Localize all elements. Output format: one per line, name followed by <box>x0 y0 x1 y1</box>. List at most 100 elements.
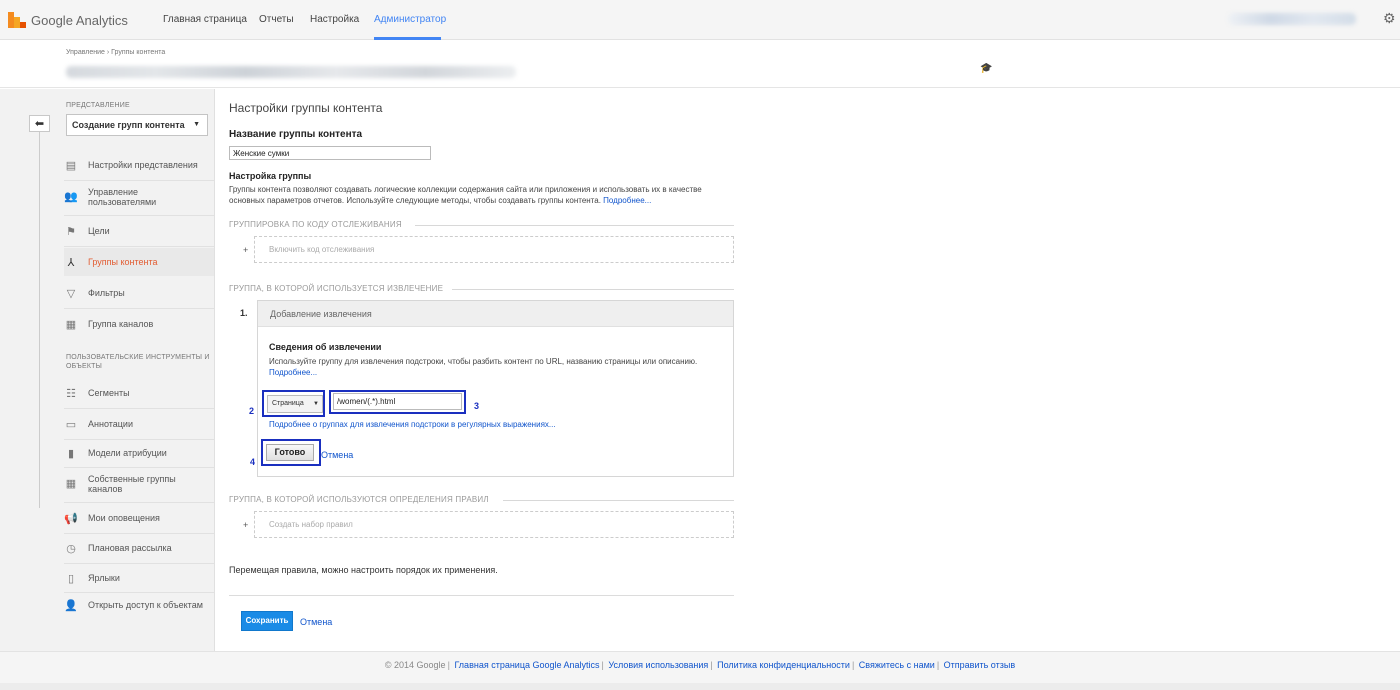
sidebar-item-label: Плановая рассылка <box>88 543 172 553</box>
plus-icon[interactable]: + <box>243 245 248 255</box>
channel-group-icon: ▦ <box>65 318 77 331</box>
sidebar-item-alerts[interactable]: 📢 Мои оповещения <box>64 508 214 528</box>
nav-customization[interactable]: Настройка <box>310 14 359 25</box>
footer-link-feedback[interactable]: Отправить отзыв <box>944 660 1015 670</box>
rule-order-text: Перемещая правила, можно настроить поряд… <box>229 565 498 575</box>
gear-icon[interactable]: ⚙ <box>1383 10 1396 27</box>
extraction-description: Используйте группу для извлечения подстр… <box>269 357 698 377</box>
content-group-icon: ⅄ <box>67 256 75 269</box>
sidebar-item-label: Группы контента <box>88 257 158 267</box>
footer-link-contact[interactable]: Свяжитесь с нами <box>859 660 935 670</box>
sidebar-item-content-groups[interactable]: ⅄ Группы контента <box>64 248 214 276</box>
sidebar-item-label: Собственные группы каналов <box>88 474 176 494</box>
flag-icon: ⚑ <box>66 225 76 238</box>
sidebar-item-segments[interactable]: ☷ Сегменты <box>64 383 214 403</box>
sidebar-divider-line <box>39 132 40 508</box>
view-select-value: Создание групп контента <box>72 120 185 130</box>
sidebar-item-label: Открыть доступ к объектам <box>88 600 203 610</box>
sidebar-item-goals[interactable]: ⚑ Цели <box>64 221 214 241</box>
users-icon: 👥 <box>64 191 78 203</box>
extraction-panel-header: Добавление извлечения <box>258 301 733 327</box>
top-navigation: Google Analytics Главная страница Отчеты… <box>0 0 1400 40</box>
megaphone-icon: 📢 <box>64 512 78 525</box>
sidebar-item-attribution-models[interactable]: ▮ Модели атрибуции <box>64 443 214 463</box>
copyright: © 2014 Google <box>384 660 446 670</box>
breadcrumb[interactable]: Управление › Группы контента <box>66 49 165 56</box>
sidebar-item-share-assets[interactable]: 👤 Открыть доступ к объектам <box>64 595 214 615</box>
regex-input[interactable] <box>333 393 462 410</box>
sidebar-item-label: Сегменты <box>88 388 130 398</box>
chevron-down-icon: ▼ <box>313 401 319 407</box>
account-property-view-redacted[interactable] <box>66 66 516 78</box>
segments-icon: ☷ <box>66 387 76 400</box>
sidebar-item-shortcuts[interactable]: ▯ Ярлыки <box>64 568 214 588</box>
google-analytics-logo[interactable]: Google Analytics <box>8 9 128 31</box>
footer-links: © 2014 Google | Главная страница Google A… <box>384 660 1016 670</box>
annotation-2: 2 <box>249 406 255 416</box>
sidebar-item-label: Модели атрибуции <box>88 448 167 458</box>
share-user-icon: 👤 <box>64 599 78 612</box>
group-name-input[interactable] <box>229 146 431 160</box>
document-icon: ▤ <box>65 159 77 172</box>
group-name-label: Название группы контента <box>229 129 363 140</box>
section-rules: ГРУППА, В КОТОРОЙ ИСПОЛЬЗУЮТСЯ ОПРЕДЕЛЕН… <box>229 495 489 504</box>
sidebar-item-label: Настройки представления <box>88 160 198 170</box>
account-header: Управление › Группы контента 🎓 <box>0 41 1400 88</box>
sidebar-item-custom-channel-groups[interactable]: ▦ Собственные группы каналов <box>64 472 214 496</box>
analytics-logo-icon <box>8 12 26 28</box>
annotation-3: 3 <box>474 401 480 411</box>
extraction-cancel-link[interactable]: Отмена <box>321 450 353 460</box>
group-setup-description: Группы контента позволяют создавать логи… <box>229 185 702 205</box>
sidebar-item-label: Группа каналов <box>88 319 154 329</box>
back-arrow-icon[interactable]: ⬅ <box>29 115 50 132</box>
nav-reports[interactable]: Отчеты <box>259 14 294 25</box>
dimension-select[interactable]: Страница ▼ <box>267 395 323 413</box>
sidebar-item-scheduled-emails[interactable]: ◷ Плановая рассылка <box>64 538 214 558</box>
sidebar-item-label: Фильтры <box>88 288 125 298</box>
done-button[interactable]: Готово <box>266 444 314 461</box>
sidebar-section-tools: ПОЛЬЗОВАТЕЛЬСКИЕ ИНСТРУМЕНТЫ И ОБЪЕКТЫ <box>66 354 210 370</box>
logo-text: Google Analytics <box>31 12 128 28</box>
create-rule-set-button[interactable]: Создать набор правил <box>254 511 734 538</box>
sidebar-item-annotations[interactable]: ▭ Аннотации <box>64 414 214 434</box>
sidebar-item-label: Цели <box>88 226 110 236</box>
sidebar-item-filters[interactable]: ▽ Фильтры <box>64 283 214 303</box>
sidebar-item-label: Мои оповещения <box>88 513 160 523</box>
regex-help-link[interactable]: Подробнее о группах для извлечения подст… <box>269 420 556 429</box>
sidebar-item-channel-grouping[interactable]: ▦ Группа каналов <box>64 314 214 334</box>
footer-link-terms[interactable]: Условия использования <box>608 660 708 670</box>
filter-icon: ▽ <box>66 287 76 300</box>
active-nav-underline <box>374 37 441 40</box>
annotation-4: 4 <box>250 457 256 467</box>
extraction-number: 1. <box>240 308 248 318</box>
save-button[interactable]: Сохранить <box>241 611 293 631</box>
sidebar-section-view: ПРЕДСТАВЛЕНИЕ <box>66 102 130 109</box>
section-tracking-code: ГРУППИРОВКА ПО КОДУ ОТСЛЕЖИВАНИЯ <box>229 220 402 229</box>
footer-link-privacy[interactable]: Политика конфиденциальности <box>717 660 850 670</box>
extraction-more-link[interactable]: Подробнее... <box>269 368 317 377</box>
nav-admin[interactable]: Администратор <box>374 14 446 25</box>
sidebar-item-label: Ярлыки <box>88 573 120 583</box>
extraction-details-title: Сведения об извлечении <box>269 342 382 352</box>
annotation-icon: ▭ <box>65 418 77 431</box>
bar-chart-icon: ▮ <box>67 447 75 460</box>
plus-icon[interactable]: + <box>243 520 248 530</box>
sidebar-item-user-management[interactable]: 👥 Управление пользователями <box>64 185 214 209</box>
sidebar-item-label: Управление пользователями <box>88 187 157 207</box>
group-setup-label: Настройка группы <box>229 171 312 181</box>
sidebar-item-label: Аннотации <box>88 419 133 429</box>
page-title: Настройки группы контента <box>229 101 383 115</box>
custom-channel-icon: ▦ <box>65 478 77 490</box>
chevron-down-icon: ▼ <box>193 121 200 128</box>
footer-link-home[interactable]: Главная страница Google Analytics <box>454 660 599 670</box>
nav-home[interactable]: Главная страница <box>163 14 247 25</box>
view-select[interactable]: Создание групп контента ▼ <box>66 114 208 136</box>
enable-tracking-code-button[interactable]: Включить код отслеживания <box>254 236 734 263</box>
graduation-cap-icon[interactable]: 🎓 <box>980 63 992 74</box>
cancel-link[interactable]: Отмена <box>300 617 332 627</box>
clock-icon: ◷ <box>66 542 76 555</box>
more-link[interactable]: Подробнее... <box>603 196 651 205</box>
shortcut-icon: ▯ <box>67 572 75 585</box>
sidebar-item-view-settings[interactable]: ▤ Настройки представления <box>64 155 214 175</box>
account-email-redacted[interactable] <box>1228 13 1356 25</box>
